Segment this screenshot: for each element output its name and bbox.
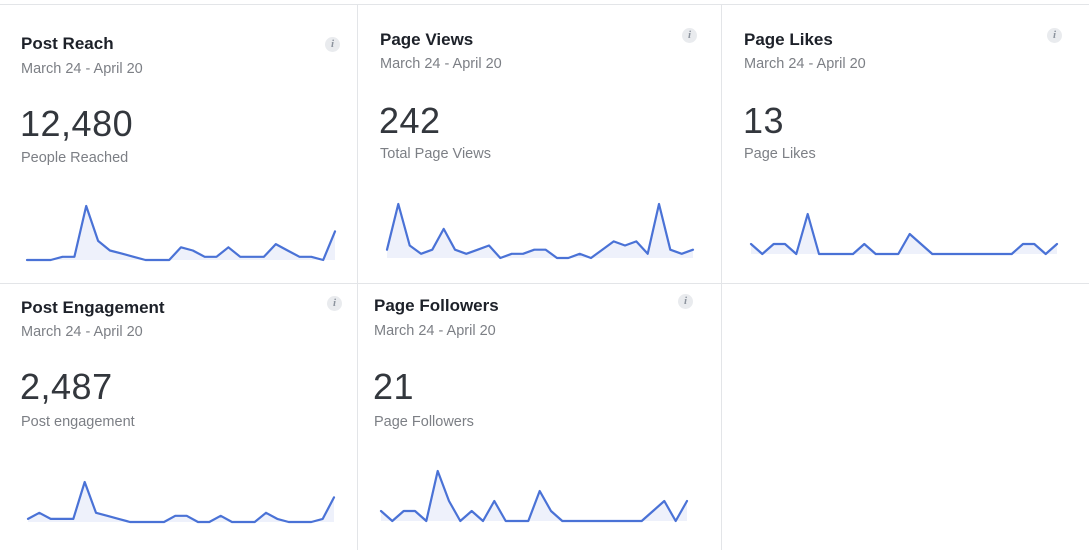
card-value: 242 — [379, 100, 441, 141]
sparkline-series — [385, 202, 695, 260]
sparkline — [385, 202, 695, 260]
info-icon[interactable]: i — [678, 294, 693, 309]
card-value-label: Page Likes — [744, 146, 816, 162]
info-icon[interactable]: i — [325, 37, 340, 52]
card-value: 12,480 — [20, 103, 134, 144]
insight-card-post-reach[interactable]: Post Reach i March 24 - April 20 12,480 … — [0, 4, 357, 283]
sparkline — [379, 469, 689, 523]
card-value-label: Total Page Views — [380, 146, 491, 162]
card-value-label: Post engagement — [21, 414, 135, 430]
card-date-range: March 24 - April 20 — [21, 324, 143, 340]
insight-card-page-likes[interactable]: Page Likes i March 24 - April 20 13 Page… — [722, 4, 1089, 283]
card-title: Page Likes — [744, 30, 833, 49]
card-date-range: March 24 - April 20 — [380, 56, 502, 72]
info-icon[interactable]: i — [327, 296, 342, 311]
card-date-range: March 24 - April 20 — [21, 61, 143, 77]
sparkline — [25, 204, 337, 262]
card-value-label: Page Followers — [374, 414, 474, 430]
card-title: Post Reach — [21, 34, 114, 53]
card-date-range: March 24 - April 20 — [374, 323, 496, 339]
card-value-label: People Reached — [21, 150, 129, 166]
insight-card-post-engagement[interactable]: Post Engagement i March 24 - April 20 2,… — [0, 284, 357, 550]
card-value: 13 — [743, 100, 785, 141]
info-icon[interactable]: i — [1047, 28, 1062, 43]
sparkline — [749, 212, 1059, 256]
card-title: Post Engagement — [21, 298, 165, 317]
sparkline — [26, 480, 336, 524]
insights-grid: Post Reach i March 24 - April 20 12,480 … — [0, 0, 1089, 550]
card-date-range: March 24 - April 20 — [744, 56, 866, 72]
insight-card-page-followers[interactable]: Page Followers i March 24 - April 20 21 … — [358, 284, 721, 550]
card-title: Page Views — [380, 30, 474, 49]
card-value: 2,487 — [20, 366, 113, 407]
card-title: Page Followers — [374, 296, 499, 315]
sparkline-series — [26, 480, 336, 524]
insight-card-page-views[interactable]: Page Views i March 24 - April 20 242 Tot… — [358, 4, 721, 283]
card-value: 21 — [373, 366, 415, 407]
info-icon[interactable]: i — [682, 28, 697, 43]
